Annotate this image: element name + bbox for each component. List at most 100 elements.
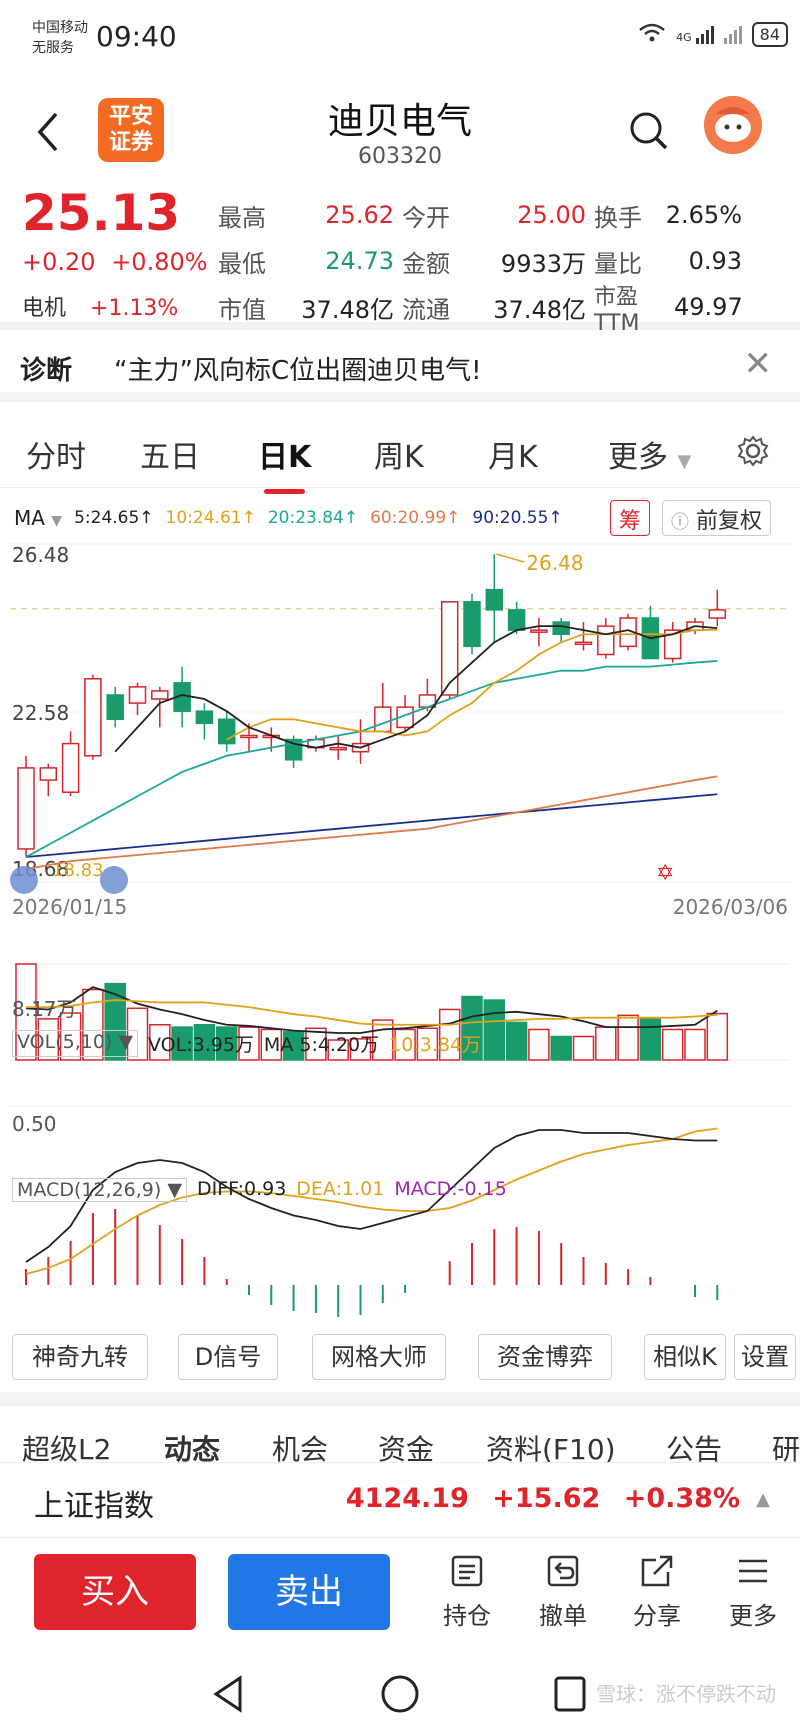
nav-home-icon[interactable] bbox=[380, 1674, 420, 1714]
quote-row: 最高 25.62 今开 25.00 换手 2.65% bbox=[218, 192, 792, 238]
tool-nine-turn[interactable]: 神奇九转 bbox=[12, 1334, 148, 1380]
close-icon[interactable]: ✕ bbox=[744, 344, 773, 384]
index-values: 4124.19 +15.62 +0.38% bbox=[346, 1483, 740, 1514]
index-name: 上证指数 bbox=[34, 1489, 154, 1524]
quote-label: 流通 bbox=[402, 295, 450, 324]
quote-grid: 最高 25.62 今开 25.00 换手 2.65% 最低 24.73 金额 9933万 量比 0.9… bbox=[218, 192, 792, 336]
chip-distribution-button[interactable]: 筹 bbox=[610, 500, 651, 536]
tab-daily-k[interactable]: 日K bbox=[258, 432, 311, 494]
candle-body bbox=[17, 767, 35, 850]
quote-label: 量比 bbox=[594, 249, 642, 278]
assistant-avatar[interactable] bbox=[704, 96, 762, 154]
indicator-tools: 神奇九转 D信号 网格大师 资金博弈 相似K 设置 bbox=[0, 1330, 800, 1386]
more-label: 更多 bbox=[729, 1602, 777, 1630]
holdings-button[interactable]: 持仓 bbox=[432, 1554, 502, 1631]
network-type: 4G bbox=[676, 30, 692, 44]
volume-indicator-selector[interactable]: VOL(5,10) ▼ bbox=[12, 1030, 138, 1057]
cancel-order-button[interactable]: 撤单 bbox=[528, 1554, 598, 1631]
quote-value: 37.48亿 bbox=[301, 295, 394, 324]
quote-label: 市值 bbox=[218, 295, 266, 324]
tab-five-day[interactable]: 五日 bbox=[140, 432, 200, 476]
ma90-value: 90:20.55↑ bbox=[472, 508, 563, 528]
event-marker-icon bbox=[100, 866, 128, 894]
gear-icon bbox=[737, 435, 769, 467]
nav-recents-icon[interactable] bbox=[552, 1674, 588, 1714]
candle-body bbox=[106, 694, 124, 721]
diff-value: DIFF:0.93 bbox=[196, 1178, 287, 1200]
sector-name: 电机 bbox=[22, 296, 67, 321]
ma-legend[interactable]: MA ▼ 5:24.65↑ 10:24.61↑ 20:23.84↑ 60:20.… bbox=[14, 506, 563, 530]
quote-label: 今开 bbox=[402, 203, 450, 232]
more-button[interactable]: 更多 bbox=[718, 1554, 788, 1631]
quote-row: 市值 37.48亿 流通 37.48亿 市盈TTM 49.97 bbox=[218, 284, 792, 336]
tool-similar-k[interactable]: 相似K bbox=[644, 1334, 726, 1380]
quote-label: 金额 bbox=[402, 249, 450, 278]
clock: 09:40 bbox=[96, 20, 177, 53]
caret-down-icon: ▼ bbox=[51, 513, 63, 529]
tab-more-label: 更多 bbox=[608, 440, 668, 475]
candle-body bbox=[552, 621, 570, 635]
date-end-label: 2026/03/06 bbox=[673, 895, 788, 919]
candle-body bbox=[507, 609, 526, 631]
tab-more[interactable]: 更多 ▼ bbox=[608, 432, 691, 476]
ma-selector[interactable]: MA ▼ bbox=[14, 506, 62, 530]
volume-bar bbox=[661, 1028, 684, 1061]
price-change: +0.20 +0.80% bbox=[22, 248, 208, 276]
tool-fund-game[interactable]: 资金博弈 bbox=[478, 1334, 612, 1380]
search-icon bbox=[630, 112, 668, 150]
diagnosis-label: 诊断 bbox=[20, 356, 73, 386]
candle-body bbox=[463, 601, 481, 648]
tool-d-signal[interactable]: D信号 bbox=[178, 1334, 278, 1380]
candle-body bbox=[217, 718, 236, 745]
tool-grid-master[interactable]: 网格大师 bbox=[312, 1334, 446, 1380]
candle-body bbox=[530, 629, 548, 633]
ma5-value: 5:24.65↑ bbox=[74, 508, 154, 528]
candle-body bbox=[329, 746, 347, 751]
sell-button[interactable]: 卖出 bbox=[228, 1554, 390, 1630]
watermark: 雪球：涨不停跌不动 bbox=[596, 1682, 776, 1706]
menu-icon bbox=[739, 1559, 767, 1583]
macd-indicator-selector[interactable]: MACD(12,26,9) ▼ bbox=[12, 1178, 187, 1202]
index-ticker[interactable]: 上证指数 4124.19 +15.62 +0.38% ▲ bbox=[0, 1462, 800, 1538]
ma90-line bbox=[25, 793, 718, 858]
event-star-icon: ✡ bbox=[656, 861, 674, 886]
quote-label: 换手 bbox=[594, 203, 642, 232]
tool-settings[interactable]: 设置 bbox=[734, 1334, 796, 1380]
share-button[interactable]: 分享 bbox=[622, 1554, 692, 1631]
status-icons: 4G 84 bbox=[638, 22, 788, 47]
chart-period-tabs: 分时 五日 日K 周K 月K 更多 ▼ bbox=[0, 412, 800, 494]
buy-button[interactable]: 买入 bbox=[34, 1554, 196, 1630]
chart-settings-button[interactable] bbox=[736, 434, 770, 468]
quote-value: 25.00 bbox=[517, 201, 586, 229]
sector-percent: +1.13% bbox=[90, 296, 179, 321]
signal-icon: 4G bbox=[676, 25, 714, 44]
candle-body bbox=[128, 686, 147, 704]
candle-body bbox=[39, 767, 58, 781]
y-axis-top-label: 26.48 bbox=[12, 543, 69, 567]
tab-intraday[interactable]: 分时 bbox=[26, 432, 86, 476]
index-percent: +0.38% bbox=[623, 1483, 740, 1514]
sector-info[interactable]: 电机 +1.13% bbox=[22, 290, 178, 322]
stock-chart[interactable]: 26.4822.5818.6818.832026/01/15 2026/03/06… bbox=[0, 540, 800, 1320]
nav-back-icon[interactable] bbox=[210, 1674, 246, 1714]
volume-legend: VOL(5,10) ▼ VOL:3.95万 MA 5:4.20万 10:3.84… bbox=[12, 1030, 481, 1057]
diagnosis-banner[interactable]: 诊断 “主力”风向标C位出圈迪贝电气! ✕ bbox=[0, 330, 800, 402]
high-annotation-line bbox=[496, 553, 525, 563]
adjust-label: 前复权 bbox=[696, 509, 763, 534]
caret-up-icon[interactable]: ▲ bbox=[756, 1489, 770, 1510]
adjust-button[interactable]: ⓘ 前复权 bbox=[662, 500, 772, 536]
search-button[interactable] bbox=[626, 108, 670, 152]
quote-value: 9933万 bbox=[500, 249, 586, 278]
macd-axis-label: 0.50 bbox=[12, 1112, 57, 1136]
tab-weekly-k[interactable]: 周K bbox=[374, 432, 424, 476]
signal-icon-2 bbox=[723, 25, 742, 44]
candle-body bbox=[151, 690, 169, 700]
index-change: +15.62 bbox=[492, 1483, 601, 1514]
y-axis-mid-label: 22.58 bbox=[12, 701, 69, 725]
quote-value: 2.65% bbox=[665, 201, 742, 229]
last-price: 25.13 bbox=[22, 184, 181, 242]
list-icon bbox=[451, 1555, 483, 1587]
volume-bar bbox=[483, 999, 506, 1061]
tab-monthly-k[interactable]: 月K bbox=[488, 432, 538, 476]
info-tabs: 超级L2 动态 机会 资金 资料(F10) 公告 研 bbox=[0, 1392, 800, 1466]
